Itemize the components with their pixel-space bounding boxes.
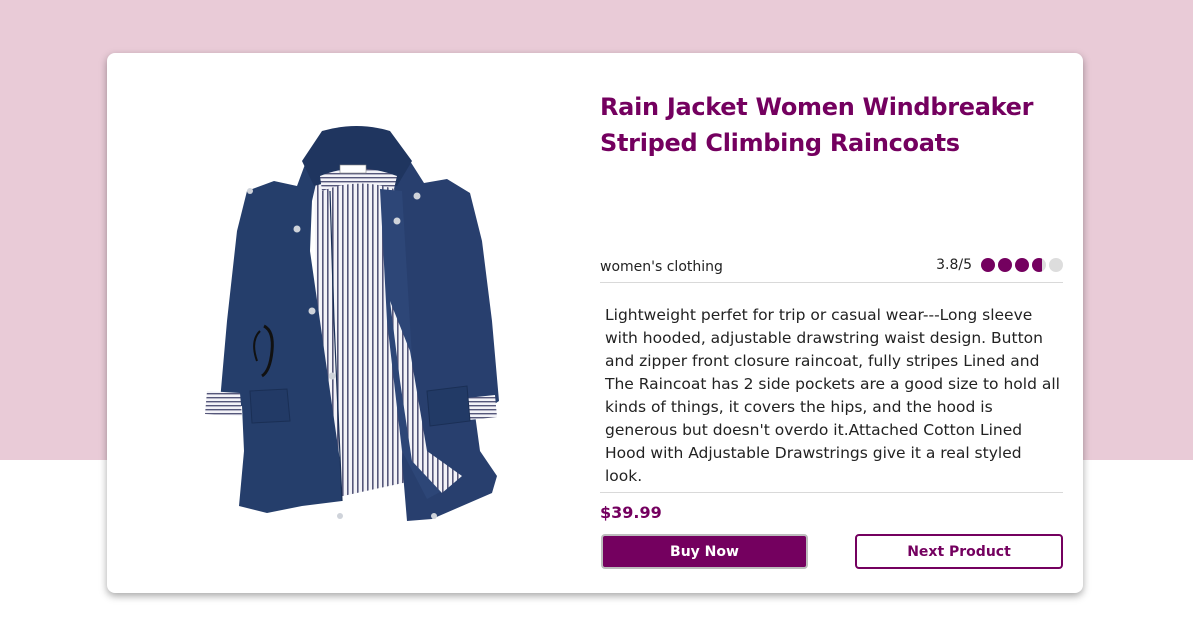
rating-text: 3.8/5: [936, 257, 972, 273]
product-title: Rain Jacket Women Windbreaker Striped Cl…: [600, 93, 1034, 157]
divider: [600, 492, 1063, 493]
rating-dot-4: [1032, 258, 1046, 272]
rating-dot-3: [1015, 258, 1029, 272]
product-info: Rain Jacket Women Windbreaker Striped Cl…: [600, 89, 1063, 569]
rain-jacket-image: [205, 126, 499, 521]
product-card: Rain Jacket Women Windbreaker Striped Cl…: [107, 53, 1083, 593]
rating-dot-5: [1049, 258, 1063, 272]
rating-dot-1: [981, 258, 995, 272]
product-category: women's clothing: [600, 259, 723, 275]
next-product-button[interactable]: Next Product: [855, 534, 1063, 569]
product-price: $39.99: [600, 503, 662, 522]
rating-dot-2: [998, 258, 1012, 272]
product-description: Lightweight perfet for trip or casual we…: [605, 306, 1060, 485]
product-rating: 3.8/5: [936, 257, 1063, 273]
buy-now-button[interactable]: Buy Now: [601, 534, 808, 569]
product-meta-row: women's clothing 3.8/5: [600, 257, 1063, 283]
product-image: [202, 121, 512, 531]
